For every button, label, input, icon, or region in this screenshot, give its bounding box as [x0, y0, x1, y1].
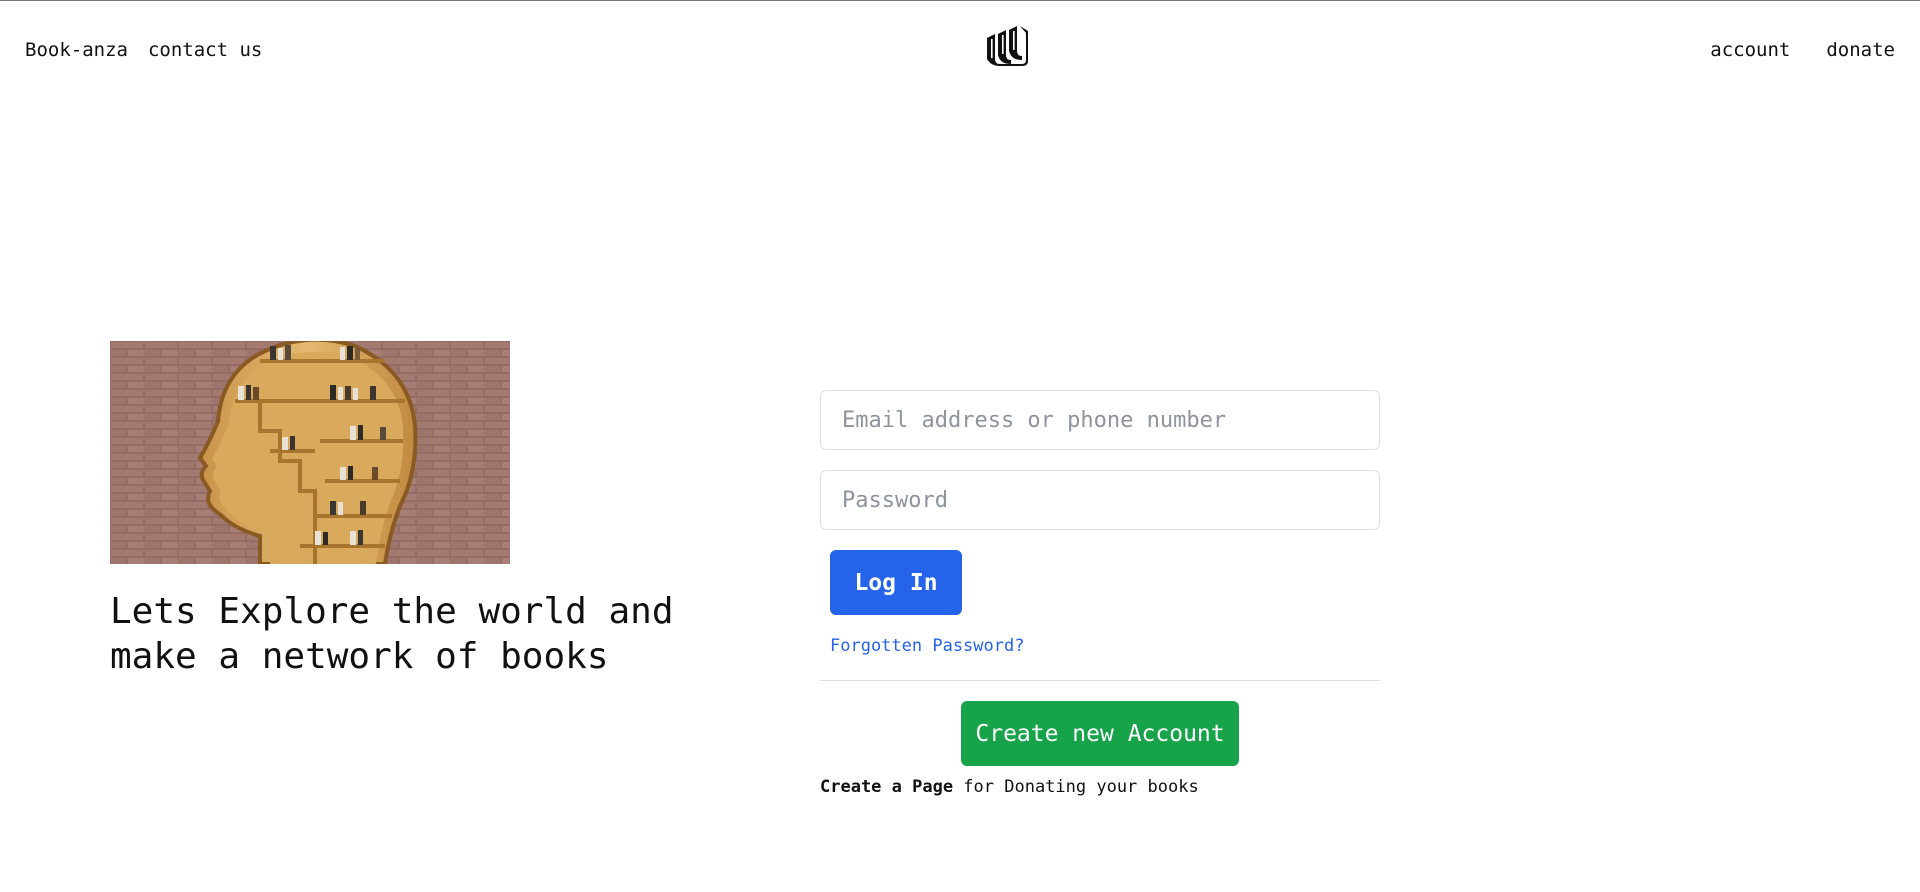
- head-bookshelf-illustration-icon: [110, 341, 510, 564]
- nav-donate-link[interactable]: donate: [1826, 39, 1895, 61]
- page: Book-anza contact us account donate Lets…: [0, 0, 1920, 892]
- create-page-note: Create a Page for Donating your books: [820, 777, 1199, 797]
- login-form: Log In Forgotten Password? Create new Ac…: [820, 390, 1380, 797]
- divider: [820, 680, 1380, 681]
- password-field[interactable]: [820, 470, 1380, 530]
- nav-left: Book-anza contact us: [25, 39, 262, 61]
- hero-tagline: Lets Explore the world and make a networ…: [110, 591, 674, 677]
- nav-contact-link[interactable]: contact us: [148, 39, 262, 61]
- nav-right: account donate: [1710, 39, 1895, 61]
- login-button[interactable]: Log In: [830, 550, 962, 615]
- forgot-password-link[interactable]: Forgotten Password?: [830, 636, 1024, 656]
- stacked-books-logo-icon[interactable]: [985, 25, 1031, 67]
- nav-brand-link[interactable]: Book-anza: [25, 39, 128, 61]
- email-field[interactable]: [820, 390, 1380, 450]
- create-account-button[interactable]: Create new Account: [961, 701, 1239, 766]
- nav-account-link[interactable]: account: [1710, 39, 1790, 61]
- create-page-suffix: for Donating your books: [953, 777, 1199, 797]
- create-page-link[interactable]: Create a Page: [820, 777, 953, 797]
